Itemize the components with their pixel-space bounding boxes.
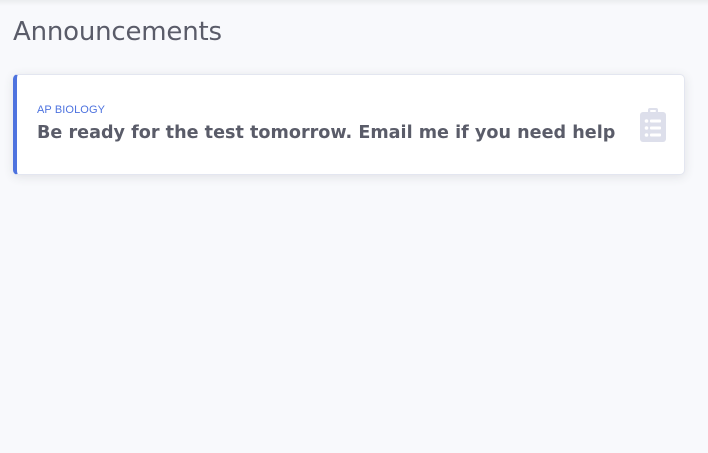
clipboard-list-icon	[640, 108, 666, 142]
announcement-message: Be ready for the test tomorrow. Email me…	[37, 123, 616, 143]
announcement-course-label: AP BIOLOGY	[37, 104, 106, 116]
page-title: Announcements	[13, 17, 222, 47]
topbar-shadow	[0, 0, 708, 6]
announcement-card: AP BIOLOGY Be ready for the test tomorro…	[13, 74, 685, 175]
